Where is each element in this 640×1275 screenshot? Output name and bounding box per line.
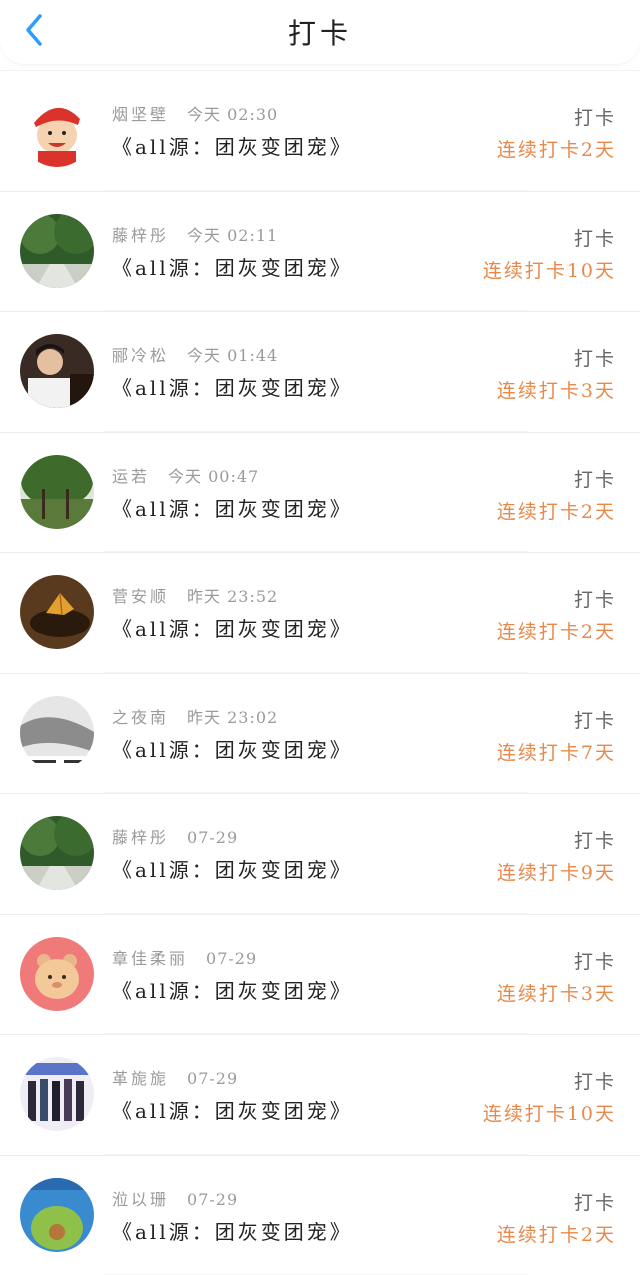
entry-content[interactable]: 《all源：团灰变团宠》 <box>112 372 353 401</box>
entry-type: 打卡 <box>574 826 616 853</box>
user-name: 烟坚壁 <box>112 105 169 124</box>
entry-meta: 革旎旎 07-29 <box>112 1065 238 1089</box>
entry-time: 07-29 <box>206 949 257 968</box>
entry-content[interactable]: 《all源：团灰变团宠》 <box>112 975 353 1004</box>
entry-meta: 章佳柔丽 07-29 <box>112 945 257 969</box>
entry-content[interactable]: 《all源：团灰变团宠》 <box>112 613 353 642</box>
avatar[interactable] <box>20 1057 94 1131</box>
list-item[interactable]: 运若今天 00:47 《all源：团灰变团宠》 打卡 连续打卡2天 <box>0 432 640 553</box>
entry-time: 昨天 23:02 <box>187 708 278 727</box>
streak-label: 连续打卡2天 <box>497 617 616 644</box>
avatar[interactable] <box>20 214 94 288</box>
streak-label: 连续打卡2天 <box>497 497 616 524</box>
avatar[interactable] <box>20 1178 94 1252</box>
list-item[interactable]: 烟坚壁今天 02:30 《all源：团灰变团宠》 打卡 连续打卡2天 <box>0 70 640 191</box>
entry-time: 今天 01:44 <box>187 346 278 365</box>
user-name: 郦冷松 <box>112 346 169 365</box>
entry-type: 打卡 <box>574 344 616 371</box>
streak-label: 连续打卡3天 <box>497 376 616 403</box>
user-name: 涖以珊 <box>112 1190 169 1209</box>
entry-meta: 涖以珊 07-29 <box>112 1186 238 1210</box>
entry-meta: 运若今天 00:47 <box>112 463 259 487</box>
entry-content[interactable]: 《all源：团灰变团宠》 <box>112 734 353 763</box>
entry-time: 07-29 <box>187 1190 238 1209</box>
user-name: 菅安顺 <box>112 587 169 606</box>
user-name: 章佳柔丽 <box>112 949 188 968</box>
entry-content[interactable]: 《all源：团灰变团宠》 <box>112 1095 353 1124</box>
entry-content[interactable]: 《all源：团灰变团宠》 <box>112 1216 353 1245</box>
checkin-list: 烟坚壁今天 02:30 《all源：团灰变团宠》 打卡 连续打卡2天 藤梓彤今天… <box>0 70 640 1275</box>
entry-type: 打卡 <box>574 103 616 130</box>
entry-meta: 藤梓彤 07-29 <box>112 824 238 848</box>
user-name: 藤梓彤 <box>112 226 169 245</box>
entry-time: 昨天 23:52 <box>187 587 278 606</box>
user-name: 革旎旎 <box>112 1069 169 1088</box>
entry-meta: 菅安顺昨天 23:52 <box>112 583 278 607</box>
entry-time: 今天 02:30 <box>187 105 278 124</box>
list-item[interactable]: 章佳柔丽 07-29 《all源：团灰变团宠》 打卡 连续打卡3天 <box>0 914 640 1035</box>
streak-label: 连续打卡3天 <box>497 979 616 1006</box>
list-item[interactable]: 菅安顺昨天 23:52 《all源：团灰变团宠》 打卡 连续打卡2天 <box>0 552 640 673</box>
avatar[interactable] <box>20 334 94 408</box>
streak-label: 连续打卡10天 <box>483 256 616 283</box>
list-item[interactable]: 之夜南昨天 23:02 《all源：团灰变团宠》 打卡 连续打卡7天 <box>0 673 640 794</box>
avatar[interactable] <box>20 455 94 529</box>
avatar[interactable] <box>20 575 94 649</box>
entry-time: 今天 00:47 <box>168 467 259 486</box>
entry-type: 打卡 <box>574 947 616 974</box>
entry-type: 打卡 <box>574 706 616 733</box>
user-name: 藤梓彤 <box>112 828 169 847</box>
entry-type: 打卡 <box>574 585 616 612</box>
entry-time: 07-29 <box>187 1069 238 1088</box>
streak-label: 连续打卡9天 <box>497 858 616 885</box>
streak-label: 连续打卡10天 <box>483 1099 616 1126</box>
top-navigation-bar: 打卡 <box>0 0 640 64</box>
avatar[interactable] <box>20 93 94 167</box>
list-item[interactable]: 藤梓彤 07-29 《all源：团灰变团宠》 打卡 连续打卡9天 <box>0 793 640 914</box>
entry-meta: 烟坚壁今天 02:30 <box>112 101 278 125</box>
entry-type: 打卡 <box>574 224 616 251</box>
list-item[interactable]: 郦冷松今天 01:44 《all源：团灰变团宠》 打卡 连续打卡3天 <box>0 311 640 432</box>
streak-label: 连续打卡2天 <box>497 135 616 162</box>
entry-content[interactable]: 《all源：团灰变团宠》 <box>112 854 353 883</box>
streak-label: 连续打卡2天 <box>497 1220 616 1247</box>
entry-time: 今天 02:11 <box>187 226 278 245</box>
list-item[interactable]: 藤梓彤今天 02:11 《all源：团灰变团宠》 打卡 连续打卡10天 <box>0 191 640 312</box>
user-name: 运若 <box>112 467 150 486</box>
user-name: 之夜南 <box>112 708 169 727</box>
list-item[interactable]: 涖以珊 07-29 《all源：团灰变团宠》 打卡 连续打卡2天 <box>0 1155 640 1275</box>
list-item[interactable]: 革旎旎 07-29 《all源：团灰变团宠》 打卡 连续打卡10天 <box>0 1034 640 1155</box>
entry-type: 打卡 <box>574 465 616 492</box>
avatar[interactable] <box>20 937 94 1011</box>
entry-type: 打卡 <box>574 1188 616 1215</box>
entry-content[interactable]: 《all源：团灰变团宠》 <box>112 493 353 522</box>
avatar[interactable] <box>20 696 94 770</box>
entry-type: 打卡 <box>574 1067 616 1094</box>
streak-label: 连续打卡7天 <box>497 738 616 765</box>
entry-meta: 藤梓彤今天 02:11 <box>112 222 278 246</box>
entry-meta: 郦冷松今天 01:44 <box>112 342 278 366</box>
entry-content[interactable]: 《all源：团灰变团宠》 <box>112 252 353 281</box>
avatar[interactable] <box>20 816 94 890</box>
entry-meta: 之夜南昨天 23:02 <box>112 704 278 728</box>
page-title: 打卡 <box>0 12 640 52</box>
entry-content[interactable]: 《all源：团灰变团宠》 <box>112 131 353 160</box>
entry-time: 07-29 <box>187 828 238 847</box>
